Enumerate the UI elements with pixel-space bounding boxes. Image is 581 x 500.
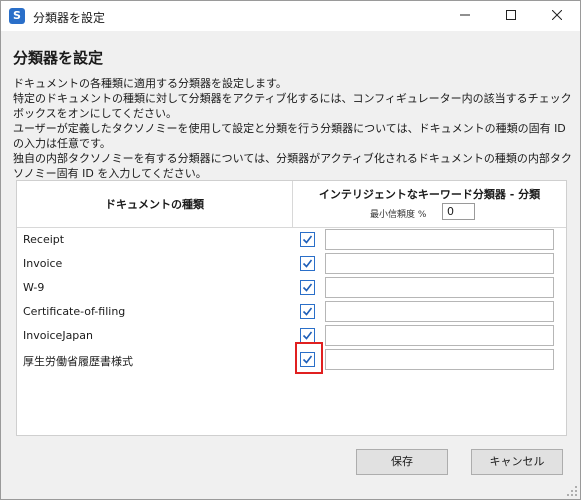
close-icon: [551, 9, 563, 21]
table-row: Certificate-of-filing: [17, 300, 566, 324]
checkmark-icon: [302, 331, 313, 340]
taxonomy-id-input[interactable]: [325, 349, 554, 370]
description-line: 独自の内部タクソノミーを有する分類器については、分類器がアクティブ化されるドキュ…: [13, 152, 572, 180]
maximize-icon: [506, 10, 516, 20]
classifier-checkbox[interactable]: [300, 304, 315, 319]
taxonomy-id-input[interactable]: [325, 229, 554, 250]
maximize-button[interactable]: [488, 1, 534, 31]
window-title: 分類器を設定: [33, 11, 106, 25]
table-row: InvoiceJapan: [17, 324, 566, 348]
min-confidence-label: 最小信頼度 %: [370, 210, 427, 220]
document-type-name: Certificate-of-filing: [23, 305, 126, 318]
dialog-heading: 分類器を設定: [13, 49, 104, 67]
app-icon: S: [9, 8, 25, 24]
document-type-name: 厚生労働省履歴書様式: [23, 355, 133, 368]
highlight-box: [295, 342, 323, 374]
save-button[interactable]: 保存: [356, 449, 448, 475]
taxonomy-id-input[interactable]: [325, 325, 554, 346]
title-bar[interactable]: S 分類器を設定: [1, 1, 580, 31]
checkmark-icon: [302, 283, 313, 292]
taxonomy-id-input[interactable]: [325, 253, 554, 274]
configure-classifiers-dialog: S 分類器を設定 分類器を設定 ドキュメントの各種類に適用する分類器を設定します…: [0, 0, 581, 500]
classifier-grid: ドキュメントの種類 インテリジェントなキーワード分類器 - 分類 最小信頼度 %…: [16, 180, 567, 436]
classifier-checkbox[interactable]: [300, 280, 315, 295]
checkmark-icon: [302, 235, 313, 244]
checkmark-icon: [302, 259, 313, 268]
document-type-name: Receipt: [23, 233, 65, 246]
description-line: 特定のドキュメントの種類に対して分類器をアクティブ化するには、コンフィギュレータ…: [13, 92, 572, 120]
table-row: Receipt: [17, 228, 566, 252]
grid-header: ドキュメントの種類 インテリジェントなキーワード分類器 - 分類 最小信頼度 %…: [17, 181, 566, 228]
classifier-checkbox[interactable]: [300, 232, 315, 247]
table-row: Invoice: [17, 252, 566, 276]
description: ドキュメントの各種類に適用する分類器を設定します。 特定のドキュメントの種類に対…: [13, 76, 573, 181]
document-type-column-header: ドキュメントの種類: [105, 198, 204, 211]
taxonomy-id-input[interactable]: [325, 301, 554, 322]
classifier-checkbox[interactable]: [300, 328, 315, 343]
taxonomy-id-input[interactable]: [325, 277, 554, 298]
table-row: W-9: [17, 276, 566, 300]
resize-grip-icon[interactable]: [566, 485, 578, 497]
table-row: 厚生労働省履歴書様式: [17, 348, 566, 372]
checkmark-icon: [302, 307, 313, 316]
close-button[interactable]: [534, 1, 580, 31]
classifier-checkbox[interactable]: [300, 256, 315, 271]
minimize-icon: [460, 14, 470, 16]
document-type-name: InvoiceJapan: [23, 329, 94, 342]
description-line: ユーザーが定義したタクソノミーを使用して設定と分類を行う分類器については、ドキュ…: [13, 122, 566, 150]
document-type-name: Invoice: [23, 257, 63, 270]
classifier-column-header: インテリジェントなキーワード分類器 - 分類: [318, 188, 541, 201]
minimize-button[interactable]: [442, 1, 488, 31]
min-confidence-input[interactable]: 0: [442, 203, 475, 220]
cancel-button[interactable]: キャンセル: [471, 449, 563, 475]
description-line: ドキュメントの各種類に適用する分類器を設定します。: [13, 77, 287, 90]
document-type-name: W-9: [23, 281, 45, 294]
